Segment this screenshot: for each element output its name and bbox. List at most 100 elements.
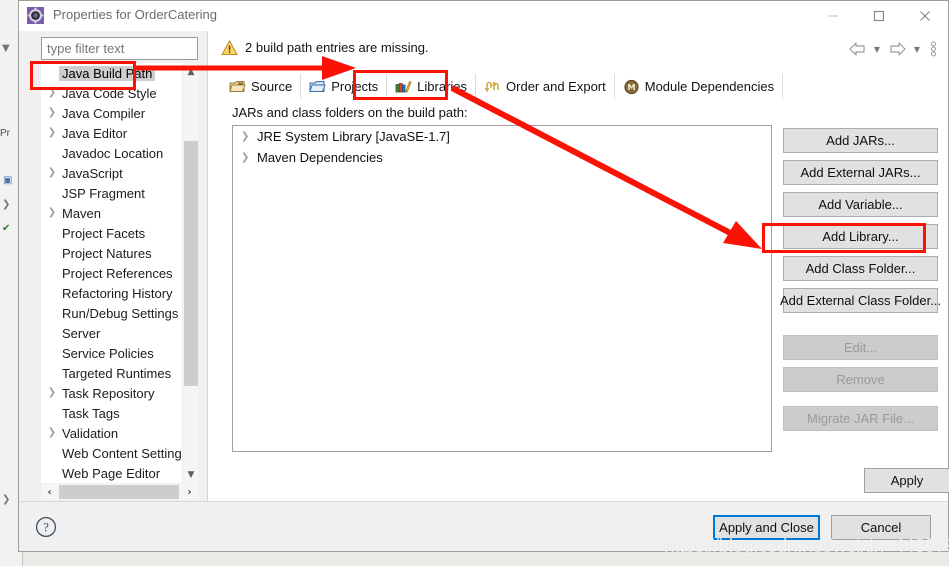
library-list[interactable]: ❯ JRE System Library [JavaSE-1.7] ❯ Maven D…	[232, 125, 772, 452]
button-add-external-jars[interactable]: Add External JARs...	[783, 160, 938, 185]
back-dropdown-icon[interactable]: ▼	[870, 39, 884, 59]
build-path-tabs[interactable]: Source Projects Libraries Order and Export M…	[221, 74, 937, 99]
tree-vertical-scrollbar[interactable]: ▲ ▼	[182, 63, 198, 483]
scroll-down-icon[interactable]: ▼	[183, 466, 199, 483]
tree-item-targeted-runtimes[interactable]: Targeted Runtimes	[41, 363, 198, 383]
tree-item-label: Maven	[62, 205, 102, 221]
module-icon	[623, 79, 645, 95]
tab-label: Libraries	[417, 79, 468, 94]
navigation-buttons: ▼ ▼	[846, 39, 940, 59]
apply-and-close-button[interactable]: Apply and Close	[713, 515, 820, 540]
chevron-right-icon[interactable]: ❯	[45, 168, 59, 178]
back-arrow-icon[interactable]	[846, 39, 868, 59]
source-folder-icon	[229, 79, 251, 95]
tree-item-java-build-path[interactable]: Java Build Path	[41, 63, 198, 83]
button-add-variable[interactable]: Add Variable...	[783, 192, 938, 217]
tree-item-javascript[interactable]: ❯ JavaScript	[41, 163, 198, 183]
tree-item-task-tags[interactable]: Task Tags	[41, 403, 198, 423]
tree-item-label: Task Tags	[62, 405, 120, 421]
button-add-external-class-folder[interactable]: Add External Class Folder...	[780, 288, 941, 313]
minimize-button[interactable]	[810, 1, 856, 31]
library-list-item[interactable]: ❯ Maven Dependencies	[233, 147, 771, 176]
view-menu-icon[interactable]	[926, 39, 940, 59]
forward-dropdown-icon[interactable]: ▼	[910, 39, 924, 59]
tree-item-label: Validation	[62, 425, 119, 441]
tree-item-web-content-settings[interactable]: Web Content Settings	[41, 443, 198, 463]
tree-item-java-editor[interactable]: ❯ Java Editor	[41, 123, 198, 143]
ide-expand-icon[interactable]: ❯	[2, 200, 10, 210]
chevron-right-icon[interactable]: ❯	[45, 208, 59, 218]
tree-item-label: Java Compiler	[62, 105, 146, 121]
chevron-right-icon[interactable]: ❯	[45, 88, 59, 98]
tree-scroll-thumb[interactable]	[184, 141, 198, 386]
scroll-right-icon[interactable]: ›	[181, 484, 198, 500]
scroll-left-icon[interactable]: ‹	[41, 484, 58, 500]
svg-text:?: ?	[43, 520, 49, 535]
cancel-button[interactable]: Cancel	[831, 515, 931, 540]
library-list-item-label: Maven Dependencies	[257, 150, 383, 165]
apply-button[interactable]: Apply	[864, 468, 949, 493]
tab-order-and-export[interactable]: Order and Export	[476, 74, 615, 99]
chevron-right-icon[interactable]: ❯	[45, 108, 59, 118]
preference-tree[interactable]: Java Build Path ❯ Java Code Style ❯ Java Com…	[41, 63, 198, 483]
tree-item-java-compiler[interactable]: ❯ Java Compiler	[41, 103, 198, 123]
tree-item-label: Project Natures	[62, 245, 152, 261]
dialog-title: Properties for OrderCatering	[53, 7, 218, 22]
tree-item-project-facets[interactable]: Project Facets	[41, 223, 198, 243]
tab-label: Order and Export	[506, 79, 606, 94]
tree-item-task-repository[interactable]: ❯ Task Repository	[41, 383, 198, 403]
tree-item-label: Java Build Path	[59, 65, 156, 81]
close-button[interactable]	[902, 1, 948, 31]
chevron-right-icon[interactable]: ❯	[45, 428, 59, 438]
tree-item-label: Web Content Settings	[62, 445, 189, 461]
tree-item-web-page-editor[interactable]: Web Page Editor	[41, 463, 198, 483]
list-caption: JARs and class folders on the build path…	[232, 105, 468, 120]
tab-libraries[interactable]: Libraries	[387, 74, 477, 99]
tree-item-javadoc-location[interactable]: Javadoc Location	[41, 143, 198, 163]
maximize-button[interactable]	[856, 1, 902, 31]
tree-item-validation[interactable]: ❯ Validation	[41, 423, 198, 443]
library-list-item[interactable]: ❯ JRE System Library [JavaSE-1.7]	[233, 126, 771, 155]
tree-item-maven[interactable]: ❯ Maven	[41, 203, 198, 223]
tree-item-label: Javadoc Location	[62, 145, 164, 161]
tree-item-java-code-style[interactable]: ❯ Java Code Style	[41, 83, 198, 103]
button-edit: Edit...	[783, 335, 938, 360]
message-bar: 2 build path entries are missing. ▼ ▼	[207, 31, 948, 66]
tree-item-service-policies[interactable]: Service Policies	[41, 343, 198, 363]
tree-item-jsp-fragment[interactable]: JSP Fragment	[41, 183, 198, 203]
help-icon[interactable]: ?	[35, 516, 57, 538]
ide-collapse-icon[interactable]: ❯	[2, 495, 10, 505]
button-add-jars[interactable]: Add JARs...	[783, 128, 938, 153]
tree-item-label: Service Policies	[62, 345, 154, 361]
tree-item-run-debug-settings[interactable]: Run/Debug Settings	[41, 303, 198, 323]
button-migrate-jar-file: Migrate JAR File...	[783, 406, 938, 431]
tab-label: Source	[251, 79, 293, 94]
tree-item-project-references[interactable]: Project References	[41, 263, 198, 283]
tree-item-label: Server	[62, 325, 101, 341]
dialog-footer: ? Apply and Close Cancel	[19, 501, 948, 551]
tree-item-label: JavaScript	[62, 165, 123, 181]
libraries-books-icon	[395, 79, 417, 95]
eclipse-properties-icon	[27, 7, 44, 24]
ide-package-icon: ▣	[3, 175, 13, 186]
tree-item-server[interactable]: Server	[41, 323, 198, 343]
tab-module-dependencies[interactable]: Module Dependencies	[614, 74, 784, 99]
tab-projects[interactable]: Projects	[301, 74, 388, 99]
tree-item-refactoring-history[interactable]: Refactoring History	[41, 283, 198, 303]
forward-arrow-icon[interactable]	[886, 39, 908, 59]
ide-dropdown-caret-icon[interactable]: ▼	[2, 44, 10, 54]
filter-input[interactable]	[41, 37, 198, 60]
tab-source[interactable]: Source	[221, 74, 302, 99]
button-add-library[interactable]: Add Library...	[783, 224, 938, 249]
chevron-right-icon[interactable]: ❯	[45, 128, 59, 138]
chevron-right-icon[interactable]: ❯	[241, 152, 257, 163]
order-export-icon	[484, 79, 506, 95]
scroll-up-icon[interactable]: ▲	[183, 63, 199, 80]
tree-hscroll-thumb[interactable]	[59, 485, 179, 499]
button-add-class-folder[interactable]: Add Class Folder...	[783, 256, 938, 281]
tree-item-project-natures[interactable]: Project Natures	[41, 243, 198, 263]
chevron-right-icon[interactable]: ❯	[241, 131, 257, 142]
chevron-right-icon[interactable]: ❯	[45, 388, 59, 398]
button-remove: Remove	[783, 367, 938, 392]
tree-horizontal-scrollbar[interactable]: ‹ ›	[41, 484, 198, 500]
